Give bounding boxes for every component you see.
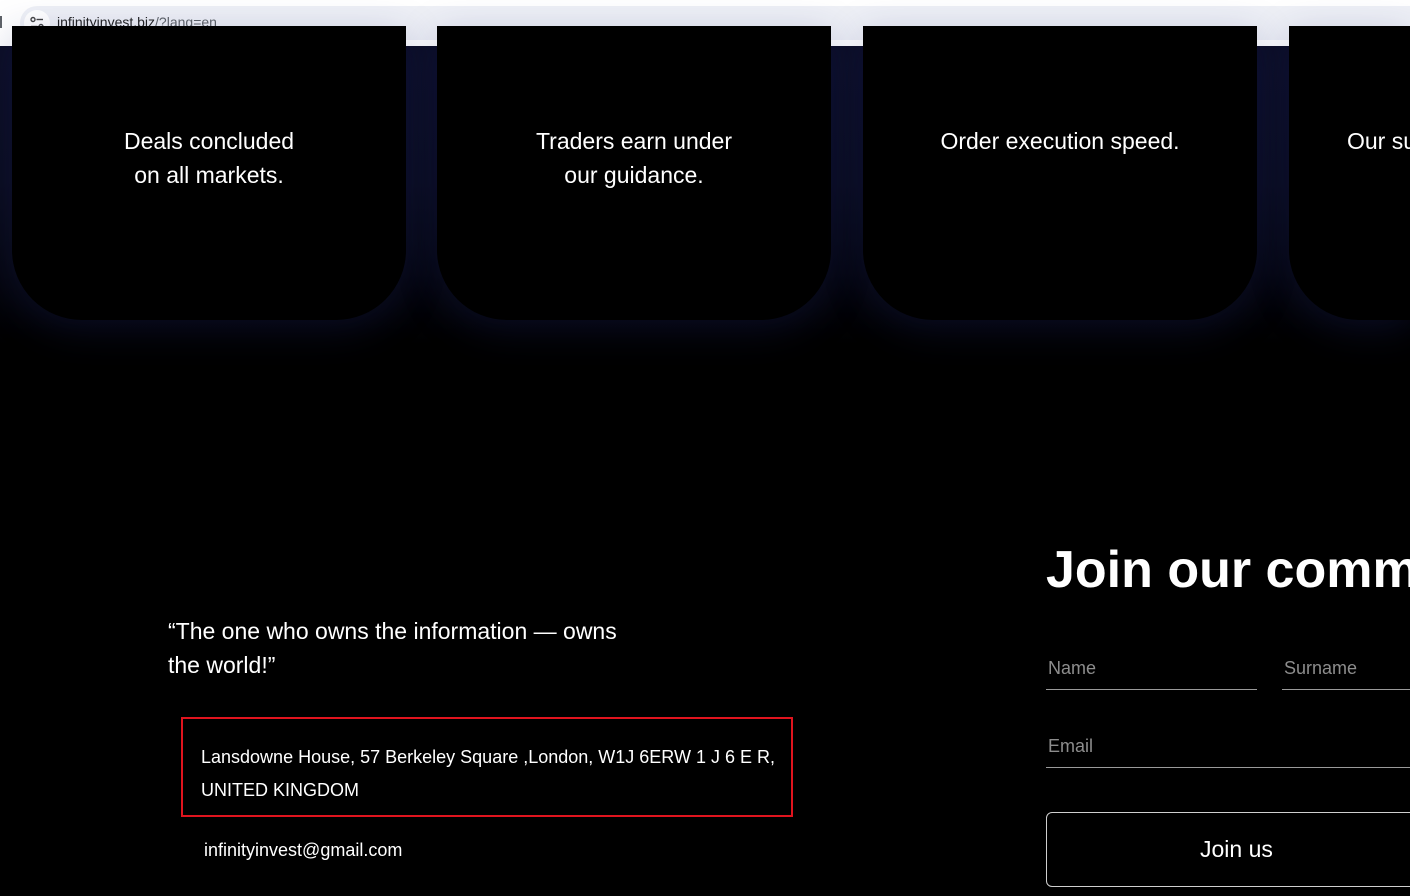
caption-line: Order execution speed. — [940, 128, 1180, 154]
tab-edge-marker — [0, 16, 2, 28]
name-input[interactable] — [1046, 658, 1257, 690]
signup-title: Join our commu — [1046, 541, 1410, 599]
address-line: Lansdowne House, 57 Berkeley Square ,Lon… — [201, 747, 775, 767]
stat-card-caption: Deals concluded on all markets. — [12, 124, 406, 192]
quote-line: “The one who owns the information — owns — [168, 618, 617, 644]
caption-line: Our su — [1347, 128, 1410, 154]
stat-card-speed: Order execution speed. — [863, 26, 1257, 320]
quote-line: the world!” — [168, 652, 276, 678]
caption-line: Traders earn under — [535, 128, 733, 154]
page: infinityinvest.biz/?lang=en Deals conclu… — [0, 0, 1410, 896]
stat-card-traders: Traders earn under our guidance. — [437, 26, 831, 320]
stat-card-caption: Traders earn under our guidance. — [437, 124, 831, 192]
address-highlight-box: Lansdowne House, 57 Berkeley Square ,Lon… — [181, 717, 793, 817]
caption-line: on all markets. — [134, 162, 284, 188]
company-address: Lansdowne House, 57 Berkeley Square ,Lon… — [201, 741, 775, 807]
stat-card-partial: Our su — [1289, 26, 1410, 320]
stats-section: Deals concluded on all markets. Traders … — [0, 26, 1410, 346]
join-us-button[interactable]: Join us — [1046, 812, 1410, 887]
surname-input[interactable] — [1282, 658, 1410, 690]
footer-quote: “The one who owns the information — owns… — [168, 614, 668, 682]
stat-card-deals: Deals concluded on all markets. — [12, 26, 406, 320]
stat-card-caption: Order execution speed. — [863, 124, 1257, 158]
stat-card-caption: Our su — [1347, 124, 1410, 158]
caption-line: Deals concluded — [123, 128, 295, 154]
address-line: UNITED KINGDOM — [201, 780, 360, 800]
contact-email-link[interactable]: infinityinvest@gmail.com — [204, 840, 402, 861]
email-input[interactable] — [1046, 736, 1410, 768]
caption-line: our guidance. — [564, 162, 704, 188]
